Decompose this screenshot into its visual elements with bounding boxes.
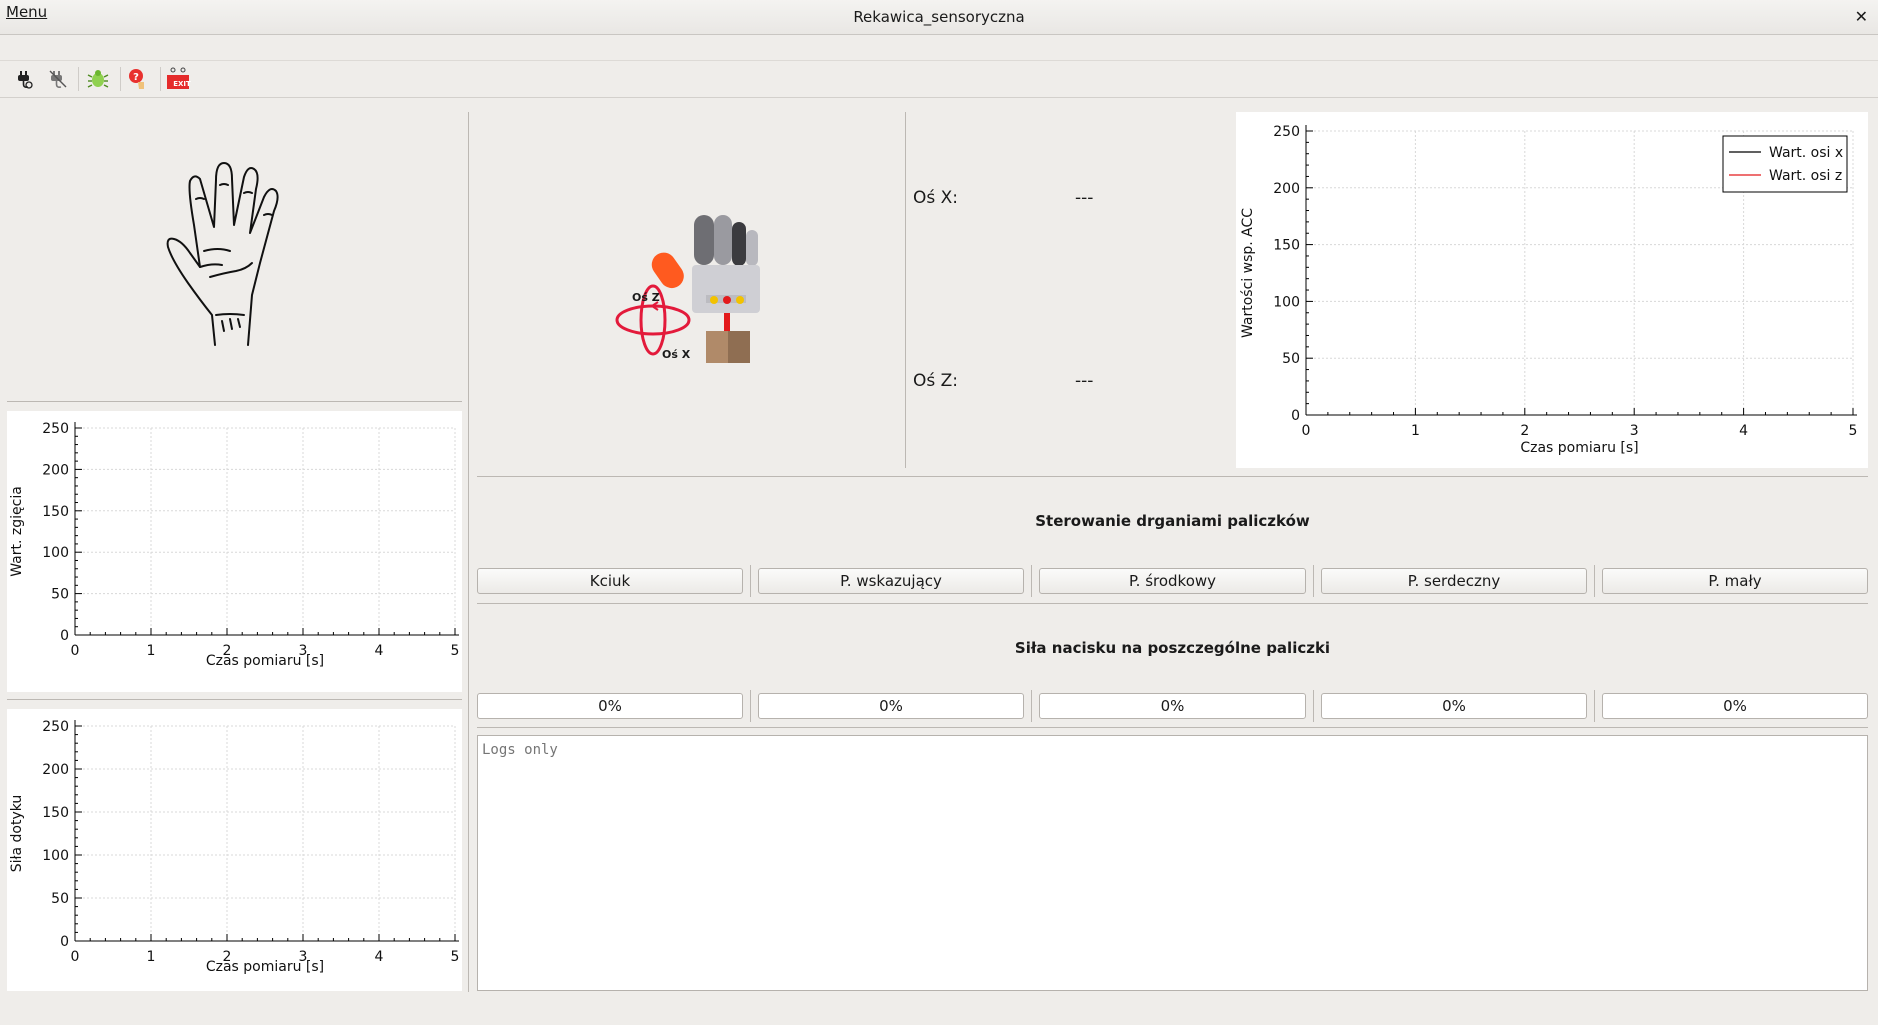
vibration-title: Sterowanie drganiami paliczków [1035,512,1310,530]
disconnect-plug-icon [49,70,67,88]
y-tick-label: 100 [1273,294,1300,310]
bar-separator [1031,690,1032,722]
center-divider-2 [477,603,1868,604]
y-tick-label: 50 [1282,351,1300,367]
bug-icon [87,70,109,88]
axis-z-value: --- [1075,371,1094,391]
x-tick-label: 4 [1739,423,1748,439]
svg-text:?: ? [133,72,139,83]
y-tick-label: 50 [51,587,69,603]
legend-label: Wart. osi z [1769,168,1842,184]
vibrate-ring-button[interactable]: P. serdeczny [1321,568,1587,594]
x-tick-label: 5 [451,949,460,965]
button-separator [1031,565,1032,597]
disconnect-button[interactable] [44,65,72,93]
legend-label: Wart. osi x [1769,145,1843,161]
axis-x-label: Oś X: [913,188,959,208]
y-tick-label: 0 [60,934,69,950]
bar-separator [1313,690,1314,722]
window-title: Rekawica_sensoryczna [853,8,1025,26]
vibrate-middle-button[interactable]: P. środkowy [1039,568,1306,594]
connect-button[interactable] [10,65,38,93]
button-separator [750,565,751,597]
toolbar-separator [160,67,161,91]
pressure-title: Siła nacisku na poszczególne paliczki [1014,639,1331,657]
y-tick-label: 200 [42,762,69,778]
x-tick-label: 0 [71,643,80,659]
pressure-thumb-bar: 0% [477,693,743,719]
y-tick-label: 200 [1273,181,1300,197]
toolbar-separator [78,67,79,91]
pressure-index-bar: 0% [758,693,1024,719]
button-separator [1594,565,1595,597]
x-tick-label: 5 [451,643,460,659]
y-tick-label: 200 [42,462,69,478]
y-axis-label: Wart. zgięcia [9,486,25,577]
bar-separator [750,690,751,722]
x-tick-label: 1 [147,643,156,659]
y-tick-label: 50 [51,891,69,907]
y-axis-label: Wartości wsp. ACC [1240,208,1256,338]
illustration-label-x: Oś X [662,348,691,361]
x-tick-label: 1 [1411,423,1420,439]
y-axis-label: Siła dotyku [9,795,25,873]
menu-bar [0,35,1878,61]
left-divider-bottom [7,699,462,700]
log-output[interactable] [477,735,1868,991]
x-tick-label: 5 [1849,423,1858,439]
center-divider [905,112,906,468]
x-tick-label: 2 [1520,423,1529,439]
vibrate-little-button[interactable]: P. mały [1602,568,1868,594]
center-divider-1 [477,476,1868,477]
pressure-little-bar: 0% [1602,693,1868,719]
x-tick-label: 4 [375,643,384,659]
touch-chart: 0 1 2 3 4 5050100150200250Czas pomiaru [s]Sił… [7,709,462,991]
x-tick-label: 0 [71,949,80,965]
hand-illustration [166,162,279,346]
y-tick-label: 250 [42,719,69,735]
x-axis-label: Czas pomiaru [s] [1520,440,1638,456]
exit-button[interactable] [164,65,192,93]
axis-z-label: Oś Z: [913,371,959,391]
exit-icon-text: EXIT [173,80,191,88]
y-tick-label: 150 [42,805,69,821]
bend-chart: 0 1 2 3 4 5050100150200250Czas pomiaru [s]War… [7,411,462,692]
x-tick-label: 3 [1630,423,1639,439]
vibrate-thumb-button[interactable]: Kciuk [477,568,743,594]
orientation-illustration [615,215,760,363]
close-button[interactable]: ✕ [1855,0,1868,34]
button-separator [1313,565,1314,597]
main-splitter[interactable] [468,112,469,992]
pressure-ring-bar: 0% [1321,693,1587,719]
y-tick-label: 150 [1273,238,1300,254]
help-icon: ? [129,69,144,89]
x-tick-label: 1 [147,949,156,965]
vibrate-index-button[interactable]: P. wskazujący [758,568,1024,594]
menu-item-menu[interactable]: Menu [6,3,47,21]
connect-plug-icon [18,71,33,89]
y-tick-label: 250 [42,421,69,437]
y-tick-label: 150 [42,504,69,520]
axis-x-value: --- [1075,188,1094,208]
pressure-middle-bar: 0% [1039,693,1306,719]
x-tick-label: 0 [1302,423,1311,439]
center-divider-3 [477,727,1868,728]
x-axis-label: Czas pomiaru [s] [206,653,324,669]
toolbar: ? [0,61,1878,98]
y-tick-label: 0 [60,628,69,644]
x-axis-label: Czas pomiaru [s] [206,959,324,975]
acc-chart: 0 1 2 3 4 5050100150200250Czas pomiaru [s]War… [1236,112,1868,468]
help-button[interactable]: ? [124,65,152,93]
y-tick-label: 0 [1291,408,1300,424]
y-tick-label: 100 [42,545,69,561]
bar-separator [1594,690,1595,722]
y-tick-label: 100 [42,848,69,864]
x-tick-label: 4 [375,949,384,965]
debug-button[interactable] [84,65,112,93]
exit-icon [167,67,189,89]
toolbar-separator [120,67,121,91]
illustration-label-z: Oś Z [632,291,660,304]
left-divider-top [7,401,462,402]
y-tick-label: 250 [1273,124,1300,140]
